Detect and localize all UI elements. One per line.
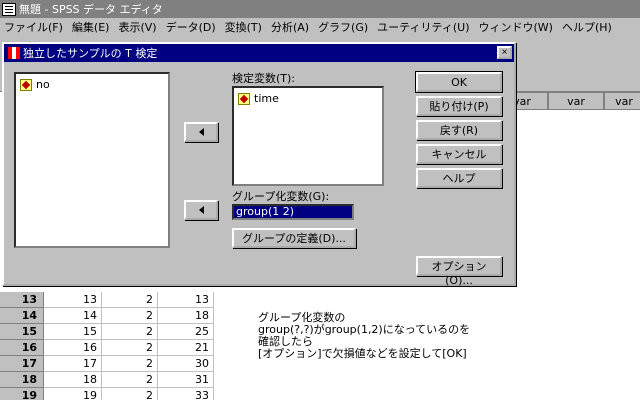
table-cell[interactable]: 16 — [44, 340, 102, 356]
menu-file[interactable]: ファイル(F) — [4, 19, 63, 35]
instruction-note: グループ化変数の group(?,?)がgroup(1,2)になっているのを 確… — [258, 312, 518, 360]
table-cell[interactable]: 14 — [44, 308, 102, 324]
menu-window[interactable]: ウィンドウ(W) — [479, 19, 553, 35]
row-number[interactable]: 16 — [0, 340, 44, 356]
app-titlebar: 無題 - SPSS データ エディタ — [0, 0, 640, 18]
row-number[interactable]: 13 — [0, 292, 44, 308]
row-number[interactable]: 19 — [0, 388, 44, 400]
table-cell[interactable]: 13 — [44, 292, 102, 308]
dialog-icon — [8, 47, 20, 59]
table-cell[interactable]: 2 — [102, 388, 158, 400]
dialog-titlebar[interactable]: 独立したサンプルの T 検定 × — [4, 44, 514, 62]
variable-name: time — [254, 92, 279, 105]
table-cell[interactable]: 30 — [158, 356, 214, 372]
note-line: [オプション]で欠損値などを設定して[OK] — [258, 347, 467, 360]
cancel-button[interactable]: キャンセル — [416, 144, 502, 164]
arrow-left-icon — [198, 206, 204, 214]
t-test-dialog: 独立したサンプルの T 検定 × no 検定変数(T): time グループ化変… — [2, 42, 516, 287]
dialog-title: 独立したサンプルの T 検定 — [23, 47, 158, 60]
column-header-var[interactable]: var — [604, 92, 640, 110]
list-item[interactable]: no — [20, 78, 50, 91]
ok-button[interactable]: OK — [415, 71, 503, 93]
row-number[interactable]: 18 — [0, 372, 44, 388]
menu-data[interactable]: データ(D) — [166, 19, 216, 35]
ruler-icon — [238, 92, 250, 105]
table-cell[interactable]: 18 — [158, 308, 214, 324]
grouping-variable-label: グループ化変数(G): — [232, 190, 330, 203]
help-button[interactable]: ヘルプ — [416, 168, 502, 188]
variable-name: no — [36, 78, 50, 91]
menu-graphs[interactable]: グラフ(G) — [318, 19, 368, 35]
close-button[interactable]: × — [497, 46, 512, 59]
options-button[interactable]: オプション(O)... — [416, 256, 502, 287]
table-cell[interactable]: 13 — [158, 292, 214, 308]
source-variable-list[interactable]: no — [14, 72, 170, 248]
table-cell[interactable]: 17 — [44, 356, 102, 372]
table-cell[interactable]: 2 — [102, 372, 158, 388]
arrow-left-icon — [198, 128, 204, 136]
test-variable-list[interactable]: time — [232, 86, 384, 186]
reset-button[interactable]: 戻す(R) — [416, 120, 502, 140]
paste-button[interactable]: 貼り付け(P) — [416, 96, 502, 116]
list-item[interactable]: time — [238, 92, 279, 105]
menu-edit[interactable]: 編集(E) — [72, 19, 110, 35]
menu-utilities[interactable]: ユーティリティ(U) — [377, 19, 469, 35]
menu-transform[interactable]: 変換(T) — [225, 19, 262, 35]
menu-analyze[interactable]: 分析(A) — [271, 19, 309, 35]
table-cell[interactable]: 15 — [44, 324, 102, 340]
table-cell[interactable]: 2 — [102, 340, 158, 356]
table-cell[interactable]: 2 — [102, 308, 158, 324]
column-header-var[interactable]: var — [548, 92, 604, 110]
table-cell[interactable]: 31 — [158, 372, 214, 388]
menu-view[interactable]: 表示(V) — [118, 19, 156, 35]
row-number[interactable]: 14 — [0, 308, 44, 324]
table-cell[interactable]: 33 — [158, 388, 214, 400]
app-title: 無題 - SPSS データ エディタ — [19, 3, 163, 16]
table-row: 19 19 2 33 — [0, 388, 640, 400]
move-group-variable-button[interactable] — [184, 200, 218, 220]
table-cell[interactable]: 21 — [158, 340, 214, 356]
test-variable-label: 検定変数(T): — [232, 72, 296, 85]
table-cell[interactable]: 2 — [102, 356, 158, 372]
table-cell[interactable]: 19 — [44, 388, 102, 400]
ruler-icon — [20, 78, 32, 91]
table-cell[interactable]: 2 — [102, 324, 158, 340]
define-groups-button[interactable]: グループの定義(D)... — [232, 228, 356, 248]
table-row: 18 18 2 31 — [0, 372, 640, 388]
table-cell[interactable]: 2 — [102, 292, 158, 308]
grouping-variable-field[interactable]: group(1 2) — [232, 204, 354, 220]
table-cell[interactable]: 25 — [158, 324, 214, 340]
row-number[interactable]: 15 — [0, 324, 44, 340]
table-cell[interactable]: 18 — [44, 372, 102, 388]
row-number[interactable]: 17 — [0, 356, 44, 372]
menu-help[interactable]: ヘルプ(H) — [562, 19, 612, 35]
move-test-variable-button[interactable] — [184, 122, 218, 142]
menu-bar: ファイル(F) 編集(E) 表示(V) データ(D) 変換(T) 分析(A) グ… — [0, 18, 640, 36]
table-row: 13 13 2 13 — [0, 292, 640, 308]
spreadsheet-icon — [2, 2, 16, 16]
